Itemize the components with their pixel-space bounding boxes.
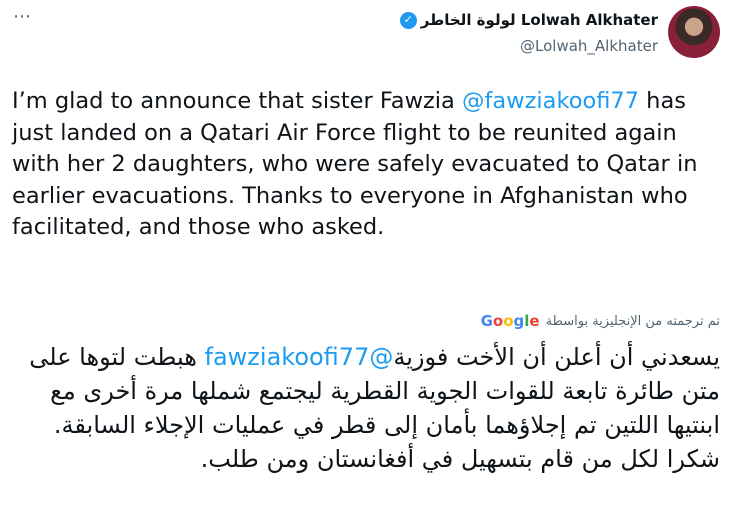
translated-tweet-text: يسعدني أن أعلن أن الأخت فوزية@fawziakoof… [10,340,720,476]
mention-link[interactable]: @fawziakoofi77 [462,88,639,114]
tweet-text-part: I’m glad to announce that sister Fawzia [12,88,462,114]
author-handle[interactable]: @Lolwah_Alkhater [400,36,658,56]
verified-badge-icon: ✓ [399,11,417,29]
tweet-text: I’m glad to announce that sister Fawzia … [12,86,722,244]
avatar[interactable] [668,6,720,58]
author-display-line: ✓ لولوة الخاطر Lolwah Alkhater [399,10,658,30]
tweet-author[interactable]: ✓ لولوة الخاطر Lolwah Alkhater @Lolwah_A… [399,6,720,58]
translated-text-part: يسعدني أن أعلن أن الأخت فوزية [393,343,720,371]
translation-label: تم ترجمته من الإنجليزية بواسطة [545,313,720,329]
translation-attribution: تم ترجمته من الإنجليزية بواسطة Google [481,312,720,330]
author-display-name[interactable]: لولوة الخاطر Lolwah Alkhater [421,10,658,30]
google-logo: Google [480,312,540,330]
author-names: ✓ لولوة الخاطر Lolwah Alkhater @Lolwah_A… [399,6,658,56]
more-options-icon[interactable]: ⋯ [13,8,32,26]
translated-mention-link[interactable]: @fawziakoofi77 [205,343,394,371]
